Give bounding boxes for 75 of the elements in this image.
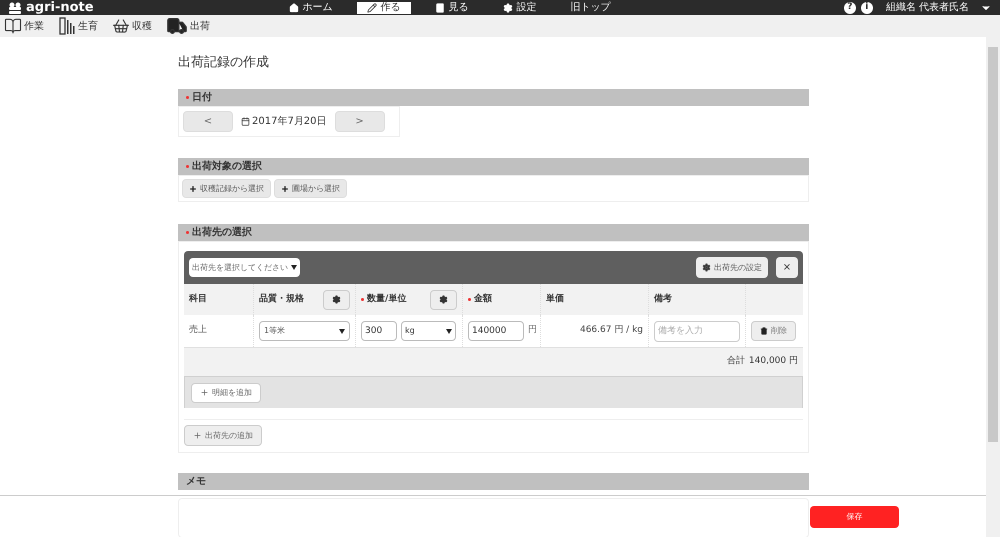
add-destination-button[interactable]: 出荷先の追加 [184,425,262,446]
section-title: メモ [186,475,206,489]
section-title: 日付 [192,90,212,105]
settings-icon [702,263,711,272]
amount-field[interactable]: 140000 [468,321,524,341]
logo-text: agri-note [26,1,94,14]
nav-tab[interactable]: 見る [424,2,479,14]
column-settings-button[interactable] [323,290,350,310]
plus-icon [200,388,209,397]
unit-price: 466.67 円 / kg [580,324,643,338]
plus-icon [193,431,202,440]
user-name[interactable]: 組織名 代表者氏名 [886,0,969,15]
date-value[interactable]: 2017年7月20日 [241,114,327,129]
add-line-button[interactable]: 明細を追加 [191,382,261,402]
memo-field[interactable] [178,498,809,537]
required-asterisk-icon [186,96,189,99]
delete-button[interactable]: 削除 [751,321,796,341]
column-header: 品質・規格 [259,292,304,306]
quantity-field[interactable]: 300 [361,321,397,341]
quality-select[interactable]: 1等米 [259,321,350,341]
settings-icon [332,295,341,304]
subnav-item[interactable]: 収穫 [112,17,152,35]
settings-icon [502,2,513,12]
nav-tab[interactable]: ホーム [278,2,343,14]
pencil-icon [366,2,377,12]
currency-label: 円 [528,324,537,338]
destination-select[interactable]: 出荷先を選択してください [189,258,300,277]
settings-icon [439,295,448,304]
section-title: 出荷対象の選択 [192,159,262,174]
basket-icon [112,17,130,35]
column-header: 備考 [654,292,672,306]
book-icon [4,17,22,35]
select-button[interactable]: 収穫記録から選択 [182,179,271,198]
caret-icon [291,265,297,270]
truck-icon [166,15,188,37]
help-icon[interactable]: ? [844,2,856,14]
home-icon [288,2,299,12]
required-asterisk-icon [361,298,364,301]
required-asterisk-icon [468,298,471,301]
required-asterisk-icon [186,165,189,168]
required-asterisk-icon [186,231,189,234]
note-field[interactable]: 備考を入力 [654,320,740,342]
column-header: 金額 [474,292,492,306]
column-header: 数量/単位 [367,292,406,306]
nav-tab[interactable]: 旧トップ [560,2,621,14]
plus-icon [281,184,289,192]
frog-logo-icon [8,2,22,14]
total-value: 140,000 円 [748,355,798,368]
column-header: 単価 [546,292,564,306]
table-cell-text: 売上 [189,324,207,338]
save-button[interactable]: 保存 [810,506,899,528]
book-icon [434,2,445,12]
next-date-button[interactable]: > [334,111,385,132]
subnav-item[interactable]: 生育 [58,17,98,35]
total-label: 合計 [726,355,745,368]
plus-icon [189,184,197,192]
trash-icon [760,327,768,335]
column-header: 科目 [189,292,207,306]
close-button[interactable]: × [776,257,798,278]
page-title: 出荷記録の作成 [178,54,270,72]
destination-settings-button[interactable]: 出荷先の設定 [696,257,768,278]
prev-date-button[interactable]: < [183,111,233,132]
nav-tab[interactable]: 設定 [492,2,547,14]
select-button[interactable]: 圃場から選択 [274,179,347,198]
caret-icon [446,328,452,334]
nav-tab[interactable]: 作る [356,2,411,14]
section-title: 出荷先の選択 [192,226,252,240]
caret-icon [339,328,345,334]
bars-icon [58,17,76,35]
unit-select[interactable]: kg [401,321,456,341]
subnav-item[interactable]: 作業 [4,17,44,35]
column-settings-button[interactable] [430,290,457,310]
calendar-icon [241,117,250,126]
subnav-item[interactable]: 出荷 [166,15,210,37]
info-icon[interactable]: i [860,2,873,14]
